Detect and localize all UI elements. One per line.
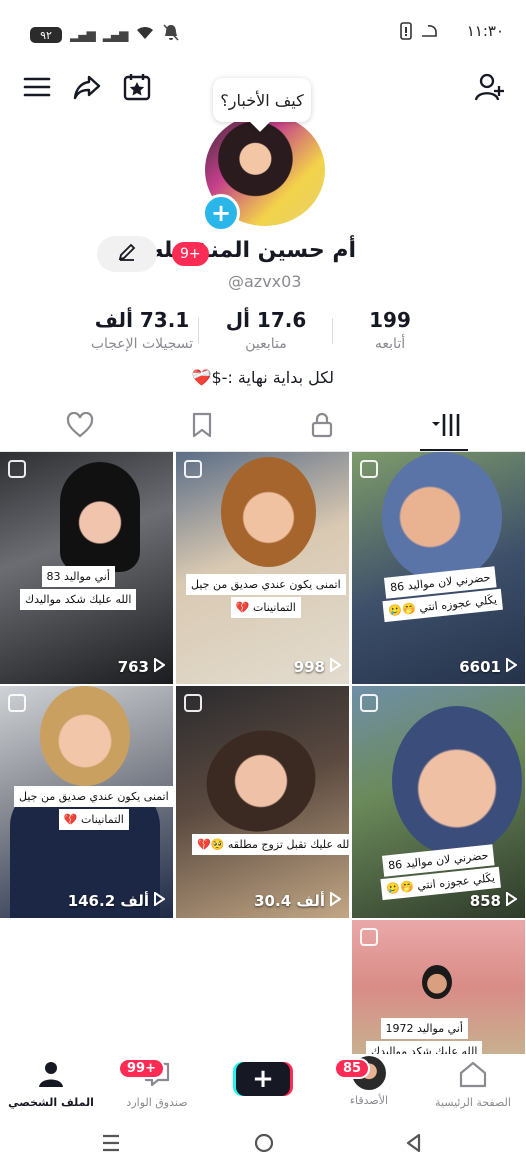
select-checkbox-icon[interactable] bbox=[360, 460, 378, 478]
back-triangle-icon[interactable] bbox=[404, 1132, 424, 1158]
thumbnail-person bbox=[392, 706, 522, 856]
profile-handle: @azvx03 bbox=[228, 272, 302, 291]
name-badge[interactable]: 9+ bbox=[172, 242, 209, 266]
bell-muted-icon bbox=[163, 24, 179, 46]
thumbnail-person bbox=[192, 715, 330, 847]
thumbnail-person bbox=[382, 452, 502, 582]
video-caption: الله عليك تقبل تزوج مطلقه 🥺💔 bbox=[192, 834, 349, 855]
friends-badge: 85 bbox=[334, 1058, 371, 1079]
video-tile[interactable]: أني مواليد 83 الله عليك شكد مواليدك 763 bbox=[0, 452, 173, 684]
video-caption: أني مواليد 83 الله عليك شكد مواليدك bbox=[20, 566, 137, 610]
status-time: ١١:٣٠ bbox=[466, 22, 504, 40]
video-tile[interactable]: اتمنى يكون عندي صديق من جيل التمانينات 💔… bbox=[176, 452, 349, 684]
following-count[interactable]: 199 bbox=[320, 308, 460, 332]
select-checkbox-icon[interactable] bbox=[8, 694, 26, 712]
create-video-button[interactable]: + bbox=[236, 1062, 290, 1096]
profile-person-icon bbox=[36, 1060, 66, 1092]
play-icon bbox=[329, 657, 342, 676]
play-icon bbox=[329, 891, 342, 910]
play-icon bbox=[153, 891, 166, 910]
thumbnail-person bbox=[40, 686, 130, 786]
share-arrow-icon[interactable] bbox=[72, 72, 102, 102]
lock-icon bbox=[310, 412, 334, 442]
video-tile[interactable]: حضرني لان مواليد 86 يكَلي عجوزه انتي 🤭🥲 … bbox=[352, 686, 525, 918]
signal-1: ▂▄▆ bbox=[70, 28, 96, 42]
inbox-badge: 99+ bbox=[118, 1058, 165, 1079]
profile-bio: لكل بداية نهاية :-$❤️‍🩹 bbox=[191, 368, 334, 387]
battery-indicator: ٩٢ bbox=[30, 27, 62, 43]
grid-icon bbox=[426, 411, 462, 443]
signal-2: ▂▄▆ bbox=[102, 28, 129, 42]
heart-icon bbox=[66, 411, 94, 442]
video-caption: اتمنى يكون عندي صديق من جيل التمانينات 💔 bbox=[186, 574, 346, 618]
calendar-star-icon[interactable] bbox=[122, 72, 152, 102]
select-checkbox-icon[interactable] bbox=[8, 460, 26, 478]
tab-saved[interactable] bbox=[172, 410, 232, 444]
nav-inbox-label: صندوق الوارد bbox=[126, 1096, 188, 1109]
add-person-icon[interactable] bbox=[474, 72, 504, 102]
select-checkbox-icon[interactable] bbox=[360, 928, 378, 946]
rotate-icon bbox=[420, 23, 438, 43]
nav-friends-label: الأصدقاء bbox=[349, 1094, 389, 1107]
following-label: أتابعه bbox=[374, 336, 406, 352]
play-icon bbox=[505, 891, 518, 910]
phone-alert-icon bbox=[400, 22, 412, 44]
tab-liked[interactable] bbox=[50, 410, 110, 444]
followers-count[interactable]: 17.6 أل bbox=[196, 308, 336, 332]
view-count: 998 bbox=[294, 657, 342, 676]
nav-profile-label: الملف الشخصي bbox=[8, 1096, 94, 1109]
tab-private[interactable] bbox=[292, 410, 352, 444]
wifi-icon bbox=[135, 25, 155, 45]
play-icon bbox=[153, 657, 166, 676]
nav-home-label: الصفحة الرئيسية bbox=[435, 1096, 511, 1109]
followers-label: متابعين bbox=[245, 336, 287, 352]
tab-videos[interactable] bbox=[414, 410, 474, 444]
video-tile[interactable]: أني مواليد 1972 الله عليك شكد مواليدك bbox=[352, 920, 525, 1054]
view-count: 6601 bbox=[459, 657, 518, 676]
view-count: 30.4 ألف bbox=[254, 891, 342, 910]
select-checkbox-icon[interactable] bbox=[184, 694, 202, 712]
view-count: 858 bbox=[470, 891, 518, 910]
video-caption: حضرني لان مواليد 86 يكَلي عجوزه انتي 🤭🥲 bbox=[380, 566, 503, 623]
video-tile[interactable]: الله عليك تقبل تزوج مطلقه 🥺💔 30.4 ألف bbox=[176, 686, 349, 918]
view-count: 763 bbox=[118, 657, 166, 676]
select-checkbox-icon[interactable] bbox=[360, 694, 378, 712]
video-caption: أني مواليد 1972 الله عليك شكد مواليدك bbox=[366, 1018, 483, 1054]
thumbnail-person bbox=[422, 965, 452, 999]
status-left: ٩٢ ▂▄▆ ▂▄▆ bbox=[30, 24, 179, 46]
select-checkbox-icon[interactable] bbox=[184, 460, 202, 478]
nav-home[interactable]: الصفحة الرئيسية bbox=[418, 1060, 526, 1109]
video-caption: اتمنى يكون عندي صديق من جيل التمانينات 💔 bbox=[14, 786, 173, 830]
home-circle-icon[interactable] bbox=[253, 1132, 275, 1158]
hamburger-menu-icon[interactable] bbox=[22, 72, 52, 102]
status-bubble[interactable]: كيف الأخبار؟ bbox=[213, 78, 311, 122]
play-icon bbox=[505, 657, 518, 676]
video-tile[interactable]: حضرني لان مواليد 86 يكَلي عجوزه انتي 🤭🥲 … bbox=[352, 452, 525, 684]
nav-profile[interactable]: الملف الشخصي bbox=[0, 1060, 106, 1109]
bookmark-icon bbox=[191, 412, 213, 442]
likes-label: تسجيلات الإعجاب bbox=[90, 336, 194, 352]
add-story-plus-icon[interactable]: + bbox=[202, 194, 240, 232]
home-icon bbox=[458, 1060, 488, 1092]
recent-apps-icon[interactable] bbox=[100, 1133, 122, 1157]
status-right-icons bbox=[400, 22, 438, 44]
video-tile[interactable]: اتمنى يكون عندي صديق من جيل التمانينات 💔… bbox=[0, 686, 173, 918]
likes-count[interactable]: 73.1 ألف bbox=[72, 308, 212, 332]
edit-profile-button[interactable] bbox=[97, 236, 157, 272]
plus-icon: + bbox=[252, 1064, 274, 1094]
pencil-icon bbox=[117, 242, 137, 266]
thumbnail-person bbox=[221, 457, 316, 567]
view-count: 146.2 ألف bbox=[68, 891, 166, 910]
status-bar: ٩٢ ▂▄▆ ▂▄▆ ١١:٣٠ bbox=[0, 0, 526, 68]
thumbnail-person bbox=[60, 462, 140, 572]
